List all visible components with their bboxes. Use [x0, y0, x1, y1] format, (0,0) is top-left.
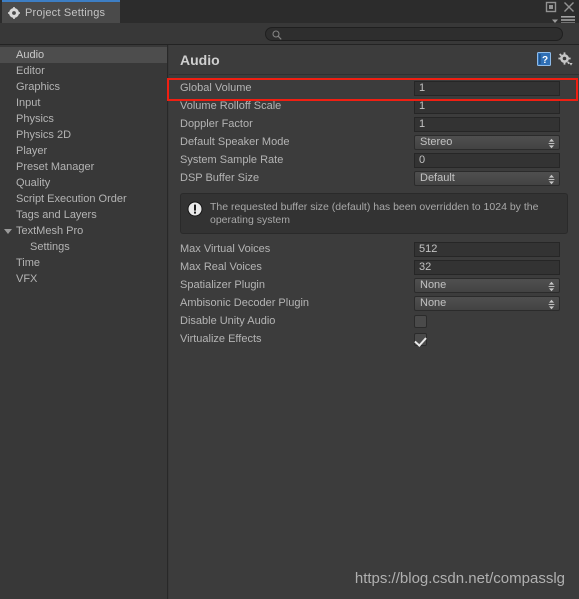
sidebar-item-input[interactable]: Input [0, 95, 167, 111]
row-label: Global Volume [180, 82, 252, 94]
sidebar-item-textmesh-pro[interactable]: TextMesh Pro [0, 223, 167, 239]
settings-category-sidebar[interactable]: Audio Editor Graphics Input Physics Physics 2… [0, 45, 168, 599]
input-volume-rolloff-scale[interactable]: 1 [414, 98, 560, 114]
window-tab-bar: Project Settings [0, 0, 579, 24]
row-label: DSP Buffer Size [180, 172, 260, 184]
stepper-arrows-icon [548, 281, 555, 292]
sidebar-item-time[interactable]: Time [0, 255, 167, 271]
sidebar-item-label: Tags and Layers [16, 209, 97, 221]
input-max-real-voices[interactable]: 32 [414, 259, 560, 275]
page-title: Audio [180, 51, 220, 68]
sidebar-item-physics[interactable]: Physics [0, 111, 167, 127]
settings-row-max-virtual-voices: Max Virtual Voices 512 [169, 240, 579, 258]
sidebar-item-quality[interactable]: Quality [0, 175, 167, 191]
row-label: Disable Unity Audio [180, 315, 276, 327]
dropdown-value: Default [420, 172, 455, 184]
project-settings-window: Project Settings Audio Editor Graphics I… [0, 0, 579, 599]
sidebar-item-label: Input [16, 97, 41, 109]
settings-row-virtualize-effects: Virtualize Effects [169, 330, 579, 348]
info-message-text: The requested buffer size (default) has … [210, 201, 539, 226]
settings-row-doppler-factor: Doppler Factor 1 [169, 115, 579, 133]
settings-row-system-sample-rate: System Sample Rate 0 [169, 151, 579, 169]
search-icon [272, 29, 282, 40]
help-book-icon[interactable]: ? [537, 52, 551, 66]
sidebar-item-settings[interactable]: Settings [0, 239, 167, 255]
sidebar-item-label: Physics 2D [16, 129, 72, 141]
settings-row-volume-rolloff-scale: Volume Rolloff Scale 1 [169, 97, 579, 115]
input-system-sample-rate[interactable]: 0 [414, 152, 560, 168]
settings-row-max-real-voices: Max Real Voices 32 [169, 258, 579, 276]
sidebar-item-script-execution-order[interactable]: Script Execution Order [0, 191, 167, 207]
info-exclamation-icon [187, 201, 203, 217]
row-label: Max Virtual Voices [180, 243, 271, 255]
settings-row-default-speaker-mode: Default Speaker Mode Stereo [169, 133, 579, 151]
stepper-arrows-icon [548, 138, 555, 149]
watermark-text: https://blog.csdn.net/compasslg [354, 570, 565, 587]
row-label: Ambisonic Decoder Plugin [180, 297, 310, 309]
sidebar-item-label: Graphics [16, 81, 61, 93]
stepper-arrows-icon [548, 299, 555, 310]
row-label: Doppler Factor [180, 118, 253, 130]
settings-row-ambisonic-decoder-plugin: Ambisonic Decoder Plugin None [169, 294, 579, 312]
checkbox-virtualize-effects[interactable] [414, 332, 427, 346]
dropdown-default-speaker-mode[interactable]: Stereo [414, 134, 560, 150]
sidebar-item-preset-manager[interactable]: Preset Manager [0, 159, 167, 175]
dropdown-ambisonic-decoder-plugin[interactable]: None [414, 295, 560, 311]
input-doppler-factor[interactable]: 1 [414, 116, 560, 132]
sidebar-item-label: Editor [16, 65, 45, 77]
sidebar-item-audio[interactable]: Audio [0, 47, 167, 63]
dropdown-spatializer-plugin[interactable]: None [414, 277, 560, 293]
info-message-box: The requested buffer size (default) has … [180, 193, 568, 234]
row-label: Max Real Voices [180, 261, 262, 273]
dropdown-dsp-buffer-size[interactable]: Default [414, 170, 560, 186]
settings-row-dsp-buffer-size: DSP Buffer Size Default [169, 169, 579, 187]
sidebar-item-vfx[interactable]: VFX [0, 271, 167, 287]
settings-row-spatializer-plugin: Spatializer Plugin None [169, 276, 579, 294]
row-label: System Sample Rate [180, 154, 284, 166]
sidebar-item-editor[interactable]: Editor [0, 63, 167, 79]
search-input[interactable] [285, 28, 535, 40]
panel-header-icons: ? [537, 52, 573, 66]
sidebar-item-label: Time [16, 257, 41, 269]
row-label: Volume Rolloff Scale [180, 100, 282, 112]
checkbox-disable-unity-audio[interactable] [414, 314, 427, 328]
stepper-arrows-icon [548, 174, 555, 185]
sidebar-item-label: VFX [16, 273, 38, 285]
chevron-down-icon[interactable] [4, 228, 12, 234]
tab-project-settings[interactable]: Project Settings [2, 0, 120, 23]
sidebar-item-label: TextMesh Pro [16, 225, 84, 237]
sidebar-item-physics-2d[interactable]: Physics 2D [0, 127, 167, 143]
gear-icon [8, 6, 20, 19]
sidebar-item-label: Script Execution Order [16, 193, 127, 205]
sidebar-item-label: Quality [16, 177, 51, 189]
svg-text:?: ? [542, 55, 548, 66]
row-label: Spatializer Plugin [180, 279, 265, 291]
sidebar-item-label: Physics [16, 113, 54, 125]
dropdown-value: None [420, 279, 447, 291]
settings-row-disable-unity-audio: Disable Unity Audio [169, 312, 579, 330]
dropdown-value: Stereo [420, 136, 453, 148]
settings-rows: Global Volume 1 Volume Rolloff Scale 1 Doppl… [169, 75, 579, 348]
search-bar-row [0, 23, 579, 45]
tab-label: Project Settings [25, 6, 106, 19]
row-label: Default Speaker Mode [180, 136, 290, 148]
sidebar-item-label: Preset Manager [16, 161, 95, 173]
settings-row-global-volume: Global Volume 1 [169, 79, 579, 97]
input-global-volume[interactable]: 1 [414, 80, 560, 96]
settings-detail-panel: Audio ? Global Volume 1 Volume Rolloff S… [169, 45, 579, 599]
panel-header: Audio ? [169, 45, 579, 75]
input-max-virtual-voices[interactable]: 512 [414, 241, 560, 257]
sidebar-item-label: Player [16, 145, 48, 157]
sidebar-item-label: Settings [30, 241, 70, 253]
sidebar-item-tags-and-layers[interactable]: Tags and Layers [0, 207, 167, 223]
sidebar-item-graphics[interactable]: Graphics [0, 79, 167, 95]
gear-dropdown-icon[interactable] [558, 52, 573, 66]
sidebar-item-player[interactable]: Player [0, 143, 167, 159]
sidebar-item-label: Audio [16, 49, 45, 61]
search-field[interactable] [265, 27, 563, 41]
dropdown-value: None [420, 297, 447, 309]
row-label: Virtualize Effects [180, 333, 262, 345]
